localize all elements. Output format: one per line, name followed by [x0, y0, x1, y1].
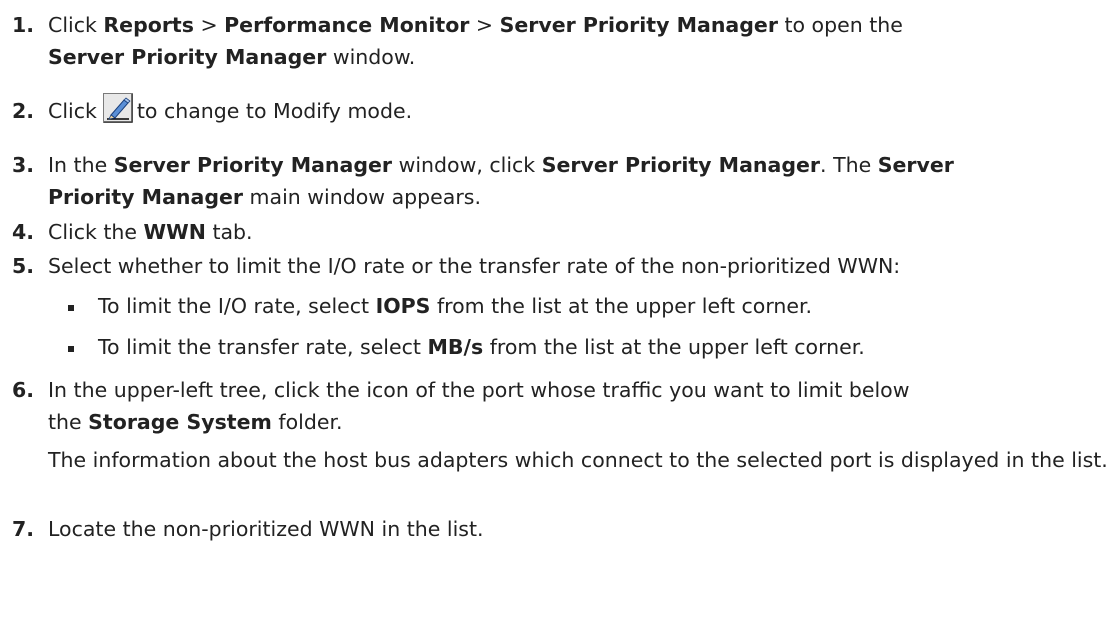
- step-text-run: To limit the transfer rate, select: [98, 335, 428, 359]
- step-5: 5. Select whether to limit the I/O rate …: [0, 250, 1108, 282]
- bullet-text: To limit the I/O rate, select IOPS from …: [98, 290, 812, 322]
- step-text: Click Reports > Performance Monitor > Se…: [48, 9, 1108, 73]
- step-text-run: to change to Modify mode.: [136, 99, 413, 123]
- step-number: 2.: [12, 99, 35, 123]
- step-text: In the upper-left tree, click the icon o…: [48, 374, 1108, 438]
- step-3: 3. In the Server Priority Manager window…: [0, 149, 1108, 213]
- step-text-run: window.: [326, 45, 416, 69]
- step-text: Locate the non-prioritized WWN in the li…: [48, 517, 484, 541]
- bullet-square-icon: [68, 305, 74, 311]
- folder-storage-system-label: Storage System: [88, 410, 272, 434]
- step-4: 4. Click the WWN tab.: [0, 216, 1108, 248]
- window-name-label: Server Priority Manager: [48, 45, 327, 69]
- step-number: 5.: [12, 254, 35, 278]
- step-text-run: tab.: [205, 220, 253, 244]
- bullet-text: To limit the transfer rate, select MB/s …: [98, 331, 865, 363]
- step-text-run: >: [193, 13, 225, 37]
- option-iops-label: IOPS: [375, 294, 431, 318]
- step-number: 3.: [12, 153, 35, 177]
- step-text-run: folder.: [271, 410, 343, 434]
- step-7: 7. Locate the non-prioritized WWN in the…: [0, 513, 1108, 545]
- step-text-run: In the: [48, 153, 114, 177]
- step-text-run: Click: [48, 99, 97, 123]
- step-text: In the Server Priority Manager window, c…: [48, 149, 1108, 213]
- step-6: 6. In the upper-left tree, click the ico…: [0, 374, 1108, 438]
- tab-wwn-label: WWN: [143, 220, 206, 244]
- step-text-run: . The: [820, 153, 878, 177]
- step-text-run: from the list at the upper left corner.: [430, 294, 813, 318]
- step-text-run: from the list at the upper left corner.: [483, 335, 865, 359]
- step-number: 7.: [12, 517, 35, 541]
- step-text-run: To limit the I/O rate, select: [98, 294, 376, 318]
- step-2: 2. Click to change to Modify mode.: [0, 92, 1108, 130]
- step-text-run: In the upper-left tree, click the icon o…: [48, 378, 910, 402]
- step-text: Click to change to Modify mode.: [48, 92, 1108, 130]
- step-text: Select whether to limit the I/O rate or …: [48, 254, 901, 278]
- bullet-square-icon: [68, 346, 74, 352]
- step-text-run: to open the: [777, 13, 903, 37]
- window-name-label: Priority Manager: [48, 185, 244, 209]
- step-text-run: Click: [48, 13, 104, 37]
- window-name-label: Server: [877, 153, 954, 177]
- step-number: 4.: [12, 220, 35, 244]
- step-text-run: window, click: [392, 153, 542, 177]
- menu-performance-monitor-label: Performance Monitor: [224, 13, 470, 37]
- step-text: Click the WWN tab.: [48, 216, 1108, 248]
- step-number: 6.: [12, 378, 35, 402]
- step-text-run: main window appears.: [243, 185, 481, 209]
- item-server-priority-manager-label: Server Priority Manager: [541, 153, 821, 177]
- menu-reports-label: Reports: [103, 13, 194, 37]
- step-text-run: the: [48, 410, 89, 434]
- step-text-run: >: [469, 13, 500, 37]
- step-text-run: Click the: [48, 220, 144, 244]
- window-name-label: Server Priority Manager: [113, 153, 393, 177]
- menu-server-priority-manager-label: Server Priority Manager: [499, 13, 778, 37]
- option-mbs-label: MB/s: [427, 335, 484, 359]
- step-6-result-text: The information about the host bus adapt…: [48, 448, 1108, 472]
- step-1: 1. Click Reports > Performance Monitor >…: [0, 9, 1108, 73]
- step-number: 1.: [12, 13, 35, 37]
- modify-pencil-icon: [102, 93, 133, 123]
